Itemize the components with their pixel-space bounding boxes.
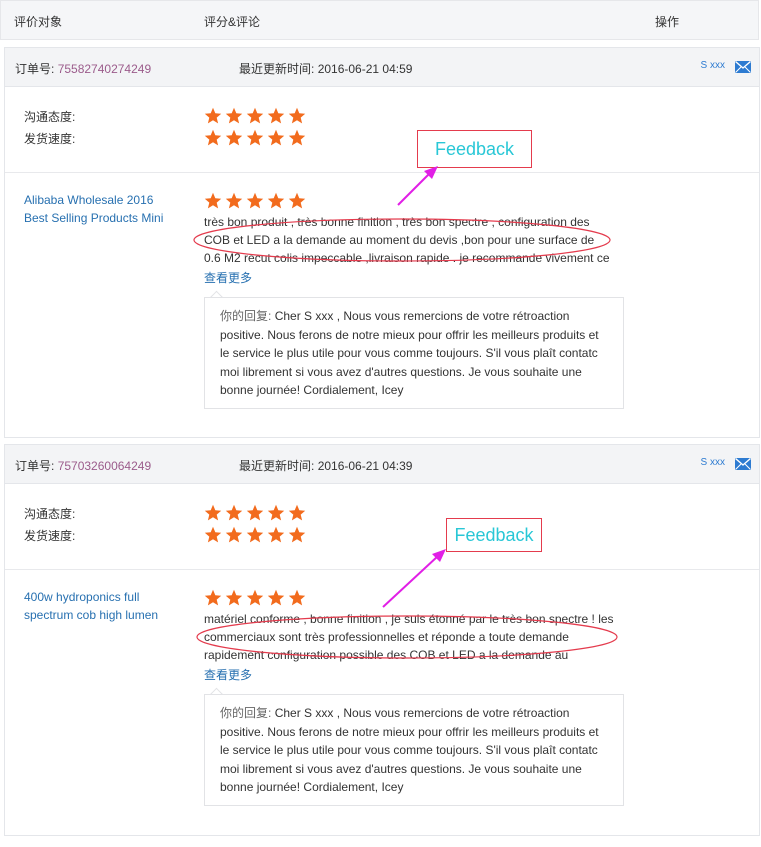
- rating-stars-shipping: [204, 129, 309, 147]
- order-label: 订单号:: [15, 62, 55, 76]
- order-label: 订单号:: [15, 459, 55, 473]
- star-icon: [288, 526, 306, 543]
- product-rating-stars: [204, 589, 309, 607]
- star-icon: [288, 129, 306, 146]
- reply-text: Cher S xxx , Nous vous remercions de vot…: [220, 309, 599, 397]
- star-icon: [204, 504, 222, 521]
- reply-prefix: 你的回复:: [220, 706, 272, 720]
- rating-label-communication: 沟通态度:: [24, 110, 76, 124]
- see-more-link[interactable]: 查看更多: [204, 666, 252, 683]
- order-bar: 订单号: 75703260064249 最近更新时间: 2016-06-21 0…: [5, 445, 759, 484]
- review-text: très bon produit , très bonne finition ,…: [204, 215, 610, 265]
- star-icon: [225, 107, 243, 124]
- star-icon: [246, 129, 264, 146]
- feedback-annotation: Feedback: [446, 518, 542, 552]
- star-icon: [225, 589, 243, 606]
- seller-reply: 你的回复: Cher S xxx , Nous vous remercions …: [204, 297, 624, 409]
- star-icon: [267, 589, 285, 606]
- star-icon: [204, 526, 222, 543]
- see-more-link[interactable]: 查看更多: [204, 269, 252, 286]
- star-icon: [288, 589, 306, 606]
- buyer-link[interactable]: S xxx: [701, 457, 725, 468]
- reply-text: Cher S xxx , Nous vous remercions de vot…: [220, 706, 599, 794]
- star-icon: [225, 504, 243, 521]
- star-icon: [267, 504, 285, 521]
- updated-value: 2016-06-21 04:59: [317, 62, 413, 76]
- star-icon: [225, 192, 243, 209]
- star-icon: [246, 589, 264, 606]
- rating-stars-communication: [204, 504, 309, 522]
- col-header-rating: 评分&评论: [204, 15, 261, 29]
- rating-label-communication: 沟通态度:: [24, 507, 76, 521]
- star-icon: [267, 107, 285, 124]
- order-id-link[interactable]: 75703260064249: [58, 459, 151, 473]
- product-rating-stars: [204, 192, 309, 210]
- rating-label-shipping: 发货速度:: [24, 132, 76, 146]
- star-icon: [246, 192, 264, 209]
- star-icon: [204, 192, 222, 209]
- star-icon: [267, 526, 285, 543]
- rating-stars-communication: [204, 107, 309, 125]
- product-title-link[interactable]: Alibaba Wholesale 2016 Best Selling Prod…: [24, 191, 179, 227]
- buyer-link[interactable]: S xxx: [701, 60, 725, 71]
- star-icon: [204, 107, 222, 124]
- star-icon: [246, 526, 264, 543]
- order-card: 订单号: 75703260064249 最近更新时间: 2016-06-21 0…: [4, 444, 760, 836]
- review-text: matériel conforme , bonne finition , je …: [204, 612, 614, 662]
- feedback-annotation: Feedback: [417, 130, 532, 168]
- order-bar: 订单号: 75582740274249 最近更新时间: 2016-06-21 0…: [5, 48, 759, 87]
- star-icon: [204, 589, 222, 606]
- mail-icon[interactable]: [735, 61, 751, 73]
- star-icon: [225, 129, 243, 146]
- seller-reply: 你的回复: Cher S xxx , Nous vous remercions …: [204, 694, 624, 806]
- updated-value: 2016-06-21 04:39: [317, 459, 413, 473]
- rating-label-shipping: 发货速度:: [24, 529, 76, 543]
- star-icon: [225, 526, 243, 543]
- star-icon: [204, 129, 222, 146]
- star-icon: [246, 107, 264, 124]
- order-card: 订单号: 75582740274249 最近更新时间: 2016-06-21 0…: [4, 47, 760, 438]
- star-icon: [246, 504, 264, 521]
- rating-stars-shipping: [204, 526, 309, 544]
- updated-label: 最近更新时间:: [239, 62, 315, 76]
- star-icon: [267, 129, 285, 146]
- table-header: 评价对象 评分&评论 操作: [0, 0, 759, 40]
- star-icon: [288, 504, 306, 521]
- divider: [5, 172, 759, 173]
- product-title-link[interactable]: 400w hydroponics full spectrum cob high …: [24, 588, 179, 624]
- col-header-object: 评价对象: [14, 15, 63, 29]
- divider: [5, 569, 759, 570]
- star-icon: [267, 192, 285, 209]
- star-icon: [288, 192, 306, 209]
- reply-prefix: 你的回复:: [220, 309, 272, 323]
- mail-icon[interactable]: [735, 458, 751, 470]
- updated-label: 最近更新时间:: [239, 459, 315, 473]
- col-header-action: 操作: [655, 15, 680, 29]
- order-id-link[interactable]: 75582740274249: [58, 62, 151, 76]
- star-icon: [288, 107, 306, 124]
